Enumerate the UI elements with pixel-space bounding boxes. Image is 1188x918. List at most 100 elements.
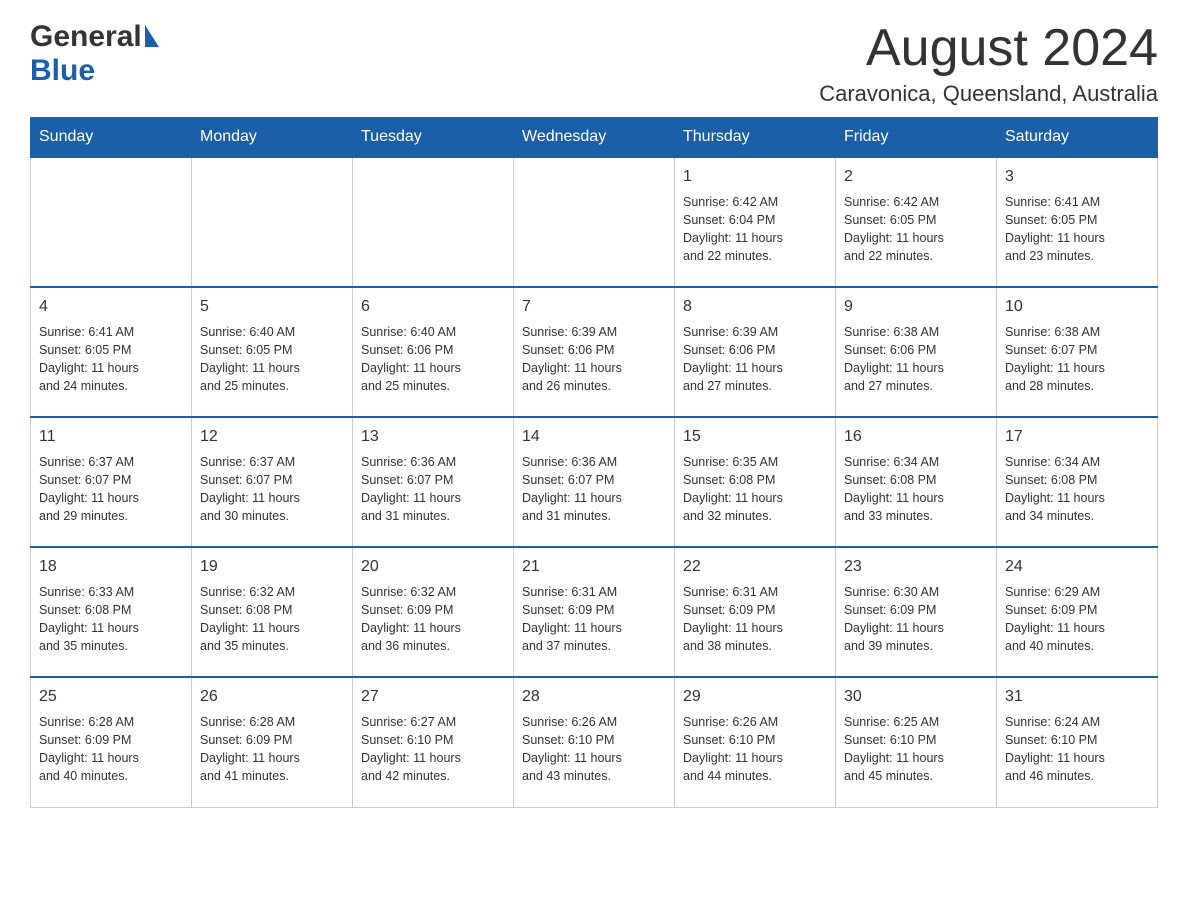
day-info: Sunrise: 6:32 AM Sunset: 6:08 PM Dayligh… [200,583,344,656]
calendar-week-1: 1 Sunrise: 6:42 AM Sunset: 6:04 PM Daylig… [31,157,1158,287]
day-number: 5 [200,296,344,318]
calendar-cell: 30 Sunrise: 6:25 AM Sunset: 6:10 PM Dayli… [836,677,997,807]
calendar-cell: 15Sunrise: 6:35 AM Sunset: 6:08 PM Dayli… [675,417,836,547]
logo-general-text: General [30,20,159,54]
calendar-cell: 10Sunrise: 6:38 AM Sunset: 6:07 PM Dayli… [997,287,1158,417]
day-number: 9 [844,296,988,318]
calendar-cell: 28Sunrise: 6:26 AM Sunset: 6:10 PM Dayli… [514,677,675,807]
day-info: Sunrise: 6:42 AM Sunset: 6:05 PM Dayligh… [844,193,988,266]
day-number: 2 [844,166,988,188]
calendar-cell: 21Sunrise: 6:31 AM Sunset: 6:09 PM Dayli… [514,547,675,677]
calendar-week-4: 18Sunrise: 6:33 AM Sunset: 6:08 PM Dayli… [31,547,1158,677]
col-thursday: Thursday [675,118,836,158]
logo-blue-text: Blue [30,54,95,88]
day-info: Sunrise: 6:34 AM Sunset: 6:08 PM Dayligh… [844,453,988,526]
day-info: Sunrise: 6:36 AM Sunset: 6:07 PM Dayligh… [522,453,666,526]
col-tuesday: Tuesday [353,118,514,158]
day-number: 11 [39,426,183,448]
calendar-cell: 16Sunrise: 6:34 AM Sunset: 6:08 PM Dayli… [836,417,997,547]
calendar-cell: 25 Sunrise: 6:28 AM Sunset: 6:09 PM Dayli… [31,677,192,807]
day-info: Sunrise: 6:38 AM Sunset: 6:06 PM Dayligh… [844,323,988,396]
month-title: August 2024 [819,20,1158,77]
day-info: Sunrise: 6:34 AM Sunset: 6:08 PM Dayligh… [1005,453,1149,526]
day-info: Sunrise: 6:38 AM Sunset: 6:07 PM Dayligh… [1005,323,1149,396]
calendar-cell: 29Sunrise: 6:26 AM Sunset: 6:10 PM Dayli… [675,677,836,807]
day-info: Sunrise: 6:36 AM Sunset: 6:07 PM Dayligh… [361,453,505,526]
calendar-cell: 24 Sunrise: 6:29 AM Sunset: 6:09 PM Dayli… [997,547,1158,677]
title-section: August 2024 Caravonica, Queensland, Aust… [819,20,1158,107]
day-number: 3 [1005,166,1149,188]
day-info: Sunrise: 6:41 AM Sunset: 6:05 PM Dayligh… [1005,193,1149,266]
calendar-week-5: 25 Sunrise: 6:28 AM Sunset: 6:09 PM Dayli… [31,677,1158,807]
calendar-cell: 20 Sunrise: 6:32 AM Sunset: 6:09 PM Dayli… [353,547,514,677]
day-info: Sunrise: 6:25 AM Sunset: 6:10 PM Dayligh… [844,713,988,786]
calendar-cell [192,157,353,287]
calendar-cell: 8 Sunrise: 6:39 AM Sunset: 6:06 PM Daylig… [675,287,836,417]
day-info: Sunrise: 6:31 AM Sunset: 6:09 PM Dayligh… [522,583,666,656]
day-info: Sunrise: 6:42 AM Sunset: 6:04 PM Dayligh… [683,193,827,266]
day-info: Sunrise: 6:29 AM Sunset: 6:09 PM Dayligh… [1005,583,1149,656]
calendar-cell: 23 Sunrise: 6:30 AM Sunset: 6:09 PM Dayli… [836,547,997,677]
day-info: Sunrise: 6:40 AM Sunset: 6:06 PM Dayligh… [361,323,505,396]
day-number: 30 [844,686,988,708]
day-number: 25 [39,686,183,708]
day-info: Sunrise: 6:27 AM Sunset: 6:10 PM Dayligh… [361,713,505,786]
day-number: 13 [361,426,505,448]
calendar-cell: 3 Sunrise: 6:41 AM Sunset: 6:05 PM Daylig… [997,157,1158,287]
calendar-cell: 5Sunrise: 6:40 AM Sunset: 6:05 PM Daylig… [192,287,353,417]
day-number: 12 [200,426,344,448]
day-info: Sunrise: 6:28 AM Sunset: 6:09 PM Dayligh… [39,713,183,786]
day-number: 22 [683,556,827,578]
day-number: 24 [1005,556,1149,578]
day-info: Sunrise: 6:41 AM Sunset: 6:05 PM Dayligh… [39,323,183,396]
day-info: Sunrise: 6:39 AM Sunset: 6:06 PM Dayligh… [683,323,827,396]
calendar-week-2: 4 Sunrise: 6:41 AM Sunset: 6:05 PM Daylig… [31,287,1158,417]
day-number: 27 [361,686,505,708]
calendar-cell: 9 Sunrise: 6:38 AM Sunset: 6:06 PM Daylig… [836,287,997,417]
day-number: 23 [844,556,988,578]
col-monday: Monday [192,118,353,158]
calendar-cell: 1 Sunrise: 6:42 AM Sunset: 6:04 PM Daylig… [675,157,836,287]
calendar-cell: 11Sunrise: 6:37 AM Sunset: 6:07 PM Dayli… [31,417,192,547]
logo-triangle-icon [145,25,159,47]
calendar-cell: 27 Sunrise: 6:27 AM Sunset: 6:10 PM Dayli… [353,677,514,807]
calendar-cell: 31 Sunrise: 6:24 AM Sunset: 6:10 PM Dayli… [997,677,1158,807]
calendar-cell: 18Sunrise: 6:33 AM Sunset: 6:08 PM Dayli… [31,547,192,677]
logo: General Blue [30,20,159,88]
col-wednesday: Wednesday [514,118,675,158]
day-info: Sunrise: 6:31 AM Sunset: 6:09 PM Dayligh… [683,583,827,656]
day-number: 14 [522,426,666,448]
day-number: 28 [522,686,666,708]
day-number: 19 [200,556,344,578]
col-saturday: Saturday [997,118,1158,158]
day-number: 8 [683,296,827,318]
day-info: Sunrise: 6:39 AM Sunset: 6:06 PM Dayligh… [522,323,666,396]
calendar-cell: 26 Sunrise: 6:28 AM Sunset: 6:09 PM Dayli… [192,677,353,807]
day-info: Sunrise: 6:28 AM Sunset: 6:09 PM Dayligh… [200,713,344,786]
calendar-cell: 6 Sunrise: 6:40 AM Sunset: 6:06 PM Daylig… [353,287,514,417]
day-info: Sunrise: 6:37 AM Sunset: 6:07 PM Dayligh… [200,453,344,526]
day-number: 4 [39,296,183,318]
day-info: Sunrise: 6:32 AM Sunset: 6:09 PM Dayligh… [361,583,505,656]
day-number: 31 [1005,686,1149,708]
calendar-cell: 14 Sunrise: 6:36 AM Sunset: 6:07 PM Dayli… [514,417,675,547]
page-header: General Blue August 2024 Caravonica, Que… [30,20,1158,107]
calendar-cell: 7Sunrise: 6:39 AM Sunset: 6:06 PM Daylig… [514,287,675,417]
day-info: Sunrise: 6:30 AM Sunset: 6:09 PM Dayligh… [844,583,988,656]
calendar-cell: 17 Sunrise: 6:34 AM Sunset: 6:08 PM Dayli… [997,417,1158,547]
day-number: 29 [683,686,827,708]
calendar-header-row: Sunday Monday Tuesday Wednesday Thursday… [31,118,1158,158]
day-number: 18 [39,556,183,578]
calendar-week-3: 11 Sunrise: 6:37 AM Sunset: 6:07 PM Dayli… [31,417,1158,547]
day-number: 20 [361,556,505,578]
day-number: 6 [361,296,505,318]
col-friday: Friday [836,118,997,158]
day-number: 1 [683,166,827,188]
calendar-cell [514,157,675,287]
day-number: 17 [1005,426,1149,448]
day-info: Sunrise: 6:24 AM Sunset: 6:10 PM Dayligh… [1005,713,1149,786]
day-number: 26 [200,686,344,708]
location-text: Caravonica, Queensland, Australia [819,81,1158,107]
day-info: Sunrise: 6:35 AM Sunset: 6:08 PM Dayligh… [683,453,827,526]
calendar-cell: 4 Sunrise: 6:41 AM Sunset: 6:05 PM Daylig… [31,287,192,417]
